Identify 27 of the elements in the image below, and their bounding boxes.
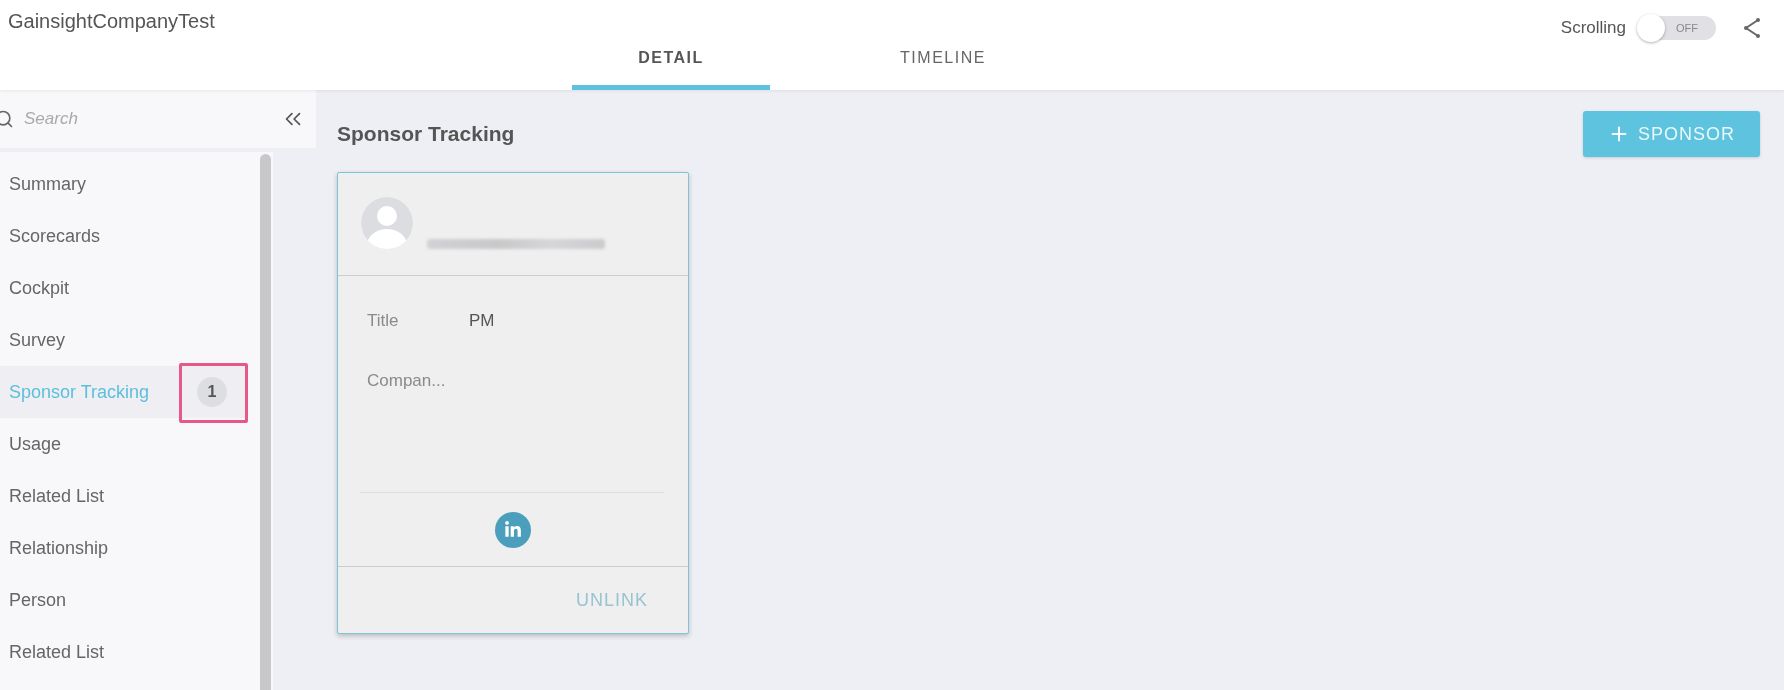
tab[interactable]: TIMELINE <box>844 40 1042 90</box>
collapse-button[interactable] <box>268 90 316 148</box>
scrollbar-thumb[interactable] <box>260 154 271 690</box>
count-badge: 1 <box>197 377 227 407</box>
sidebar-item[interactable]: Person <box>0 574 248 626</box>
search-icon <box>0 109 14 129</box>
sidebar-item[interactable]: Summary <box>0 158 248 210</box>
sidebar-item[interactable]: Cockpit <box>0 262 248 314</box>
page-title: GainsightCompanyTest <box>8 9 215 33</box>
scrolling-toggle[interactable]: OFF <box>1638 16 1716 40</box>
search-field[interactable]: Search <box>0 90 268 148</box>
sidebar-item[interactable]: Usage <box>0 418 248 470</box>
sidebar-item[interactable]: Survey <box>0 314 248 366</box>
sidebar-item[interactable]: Relationship <box>0 522 248 574</box>
sidebar-item[interactable]: Related List <box>0 626 248 678</box>
avatar-icon <box>361 197 413 249</box>
field-label: Compan... <box>367 371 447 391</box>
sidebar-item[interactable]: Scorecards <box>0 210 248 262</box>
share-icon[interactable] <box>1742 17 1762 39</box>
linkedin-icon[interactable] <box>495 511 531 548</box>
scrolling-label: Scrolling <box>1560 18 1626 38</box>
tab[interactable]: DETAIL <box>572 40 770 90</box>
sidebar-item[interactable]: Related List <box>0 470 248 522</box>
field-label: Title <box>367 311 400 331</box>
section-heading: Sponsor Tracking <box>337 122 515 146</box>
search-input[interactable]: Search <box>24 105 244 133</box>
field-value: PM <box>469 311 495 331</box>
